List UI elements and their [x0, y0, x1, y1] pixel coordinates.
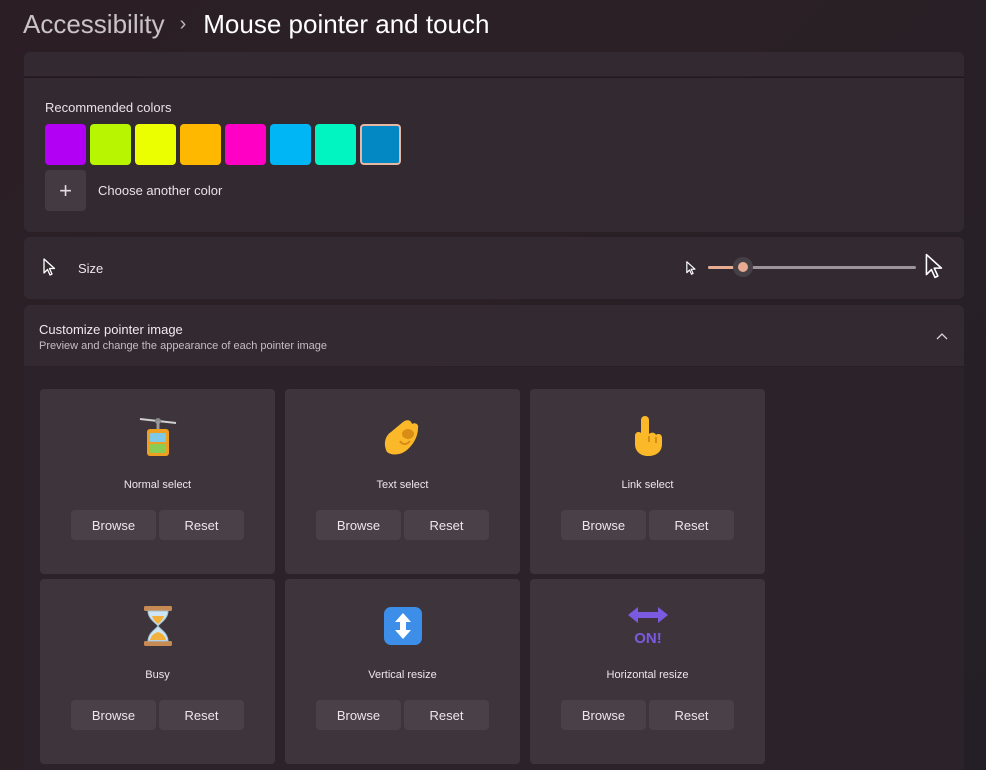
- chevron-right-icon: ›: [179, 12, 187, 35]
- browse-button[interactable]: Browse: [71, 510, 156, 540]
- pointer-label: Horizontal resize: [606, 669, 689, 681]
- browse-button[interactable]: Browse: [316, 700, 401, 730]
- color-swatch[interactable]: [315, 124, 356, 165]
- reset-button[interactable]: Reset: [404, 510, 489, 540]
- pointer-label: Vertical resize: [368, 669, 437, 681]
- color-swatch[interactable]: [180, 124, 221, 165]
- pointer-tile-normal-select: Normal select Browse Reset: [40, 389, 275, 574]
- recommended-colors-card: Recommended colors + Choose another colo…: [24, 78, 964, 232]
- on-arrow-icon: ON!: [530, 601, 765, 651]
- large-pointer-icon: [925, 252, 945, 285]
- pointer-tile-text-select: Text select Browse Reset: [285, 389, 520, 574]
- pointer-tile-link-select: Link select Browse Reset: [530, 389, 765, 574]
- slider-thumb[interactable]: [733, 257, 754, 277]
- recommended-colors-label: Recommended colors: [45, 100, 172, 115]
- color-swatch[interactable]: [135, 124, 176, 165]
- mouse-pointer-icon: [43, 258, 57, 281]
- up-down-arrow-icon: [285, 601, 520, 651]
- browse-button[interactable]: Browse: [316, 510, 401, 540]
- pointing-hand-icon: [530, 411, 765, 461]
- pointer-tile-horizontal-resize: ON! Horizontal resize Browse Reset: [530, 579, 765, 764]
- reset-button[interactable]: Reset: [159, 700, 244, 730]
- slider-thumb-dot: [738, 262, 749, 272]
- pointer-tile-vertical-resize: Vertical resize Browse Reset: [285, 579, 520, 764]
- pointer-label: Busy: [145, 669, 170, 681]
- customize-pointer-title: Customize pointer image: [39, 322, 183, 337]
- color-swatch-list: [45, 124, 401, 165]
- chevron-up-icon[interactable]: [936, 327, 948, 343]
- pointer-size-slider[interactable]: [708, 257, 916, 279]
- browse-button[interactable]: Browse: [561, 700, 646, 730]
- pointer-image-grid: Normal select Browse Reset Text select B…: [24, 367, 964, 770]
- small-pointer-icon: [686, 261, 697, 280]
- color-swatch[interactable]: [270, 124, 311, 165]
- color-swatch[interactable]: [90, 124, 131, 165]
- aerial-tramway-icon: [40, 411, 275, 461]
- browse-button[interactable]: Browse: [71, 700, 156, 730]
- choose-another-color-label: Choose another color: [98, 183, 223, 198]
- breadcrumb: Accessibility › Mouse pointer and touch: [23, 6, 489, 42]
- reset-button[interactable]: Reset: [649, 700, 734, 730]
- browse-button[interactable]: Browse: [561, 510, 646, 540]
- pointer-label: Text select: [376, 479, 429, 491]
- pinching-hand-icon: [285, 411, 520, 461]
- color-swatch[interactable]: [360, 124, 401, 165]
- pointer-tile-busy: Busy Browse Reset: [40, 579, 275, 764]
- page-title: Mouse pointer and touch: [203, 8, 490, 39]
- pointer-label: Normal select: [123, 479, 192, 491]
- reset-button[interactable]: Reset: [159, 510, 244, 540]
- pointer-size-card: Size: [24, 237, 964, 299]
- size-label: Size: [78, 261, 104, 276]
- color-settings-card-top: [24, 52, 964, 76]
- plus-icon: +: [45, 170, 86, 211]
- color-swatch[interactable]: [45, 124, 86, 165]
- customize-pointer-subtitle: Preview and change the appearance of eac…: [39, 340, 328, 352]
- hourglass-icon: [40, 601, 275, 651]
- reset-button[interactable]: Reset: [649, 510, 734, 540]
- customize-pointer-image-expander[interactable]: Customize pointer image Preview and chan…: [24, 305, 964, 366]
- breadcrumb-accessibility-link[interactable]: Accessibility: [23, 9, 165, 40]
- choose-another-color-button[interactable]: + Choose another color: [45, 170, 222, 211]
- pointer-label: Link select: [621, 479, 674, 491]
- color-swatch[interactable]: [225, 124, 266, 165]
- on-arrow-label: ON!: [634, 630, 662, 647]
- reset-button[interactable]: Reset: [404, 700, 489, 730]
